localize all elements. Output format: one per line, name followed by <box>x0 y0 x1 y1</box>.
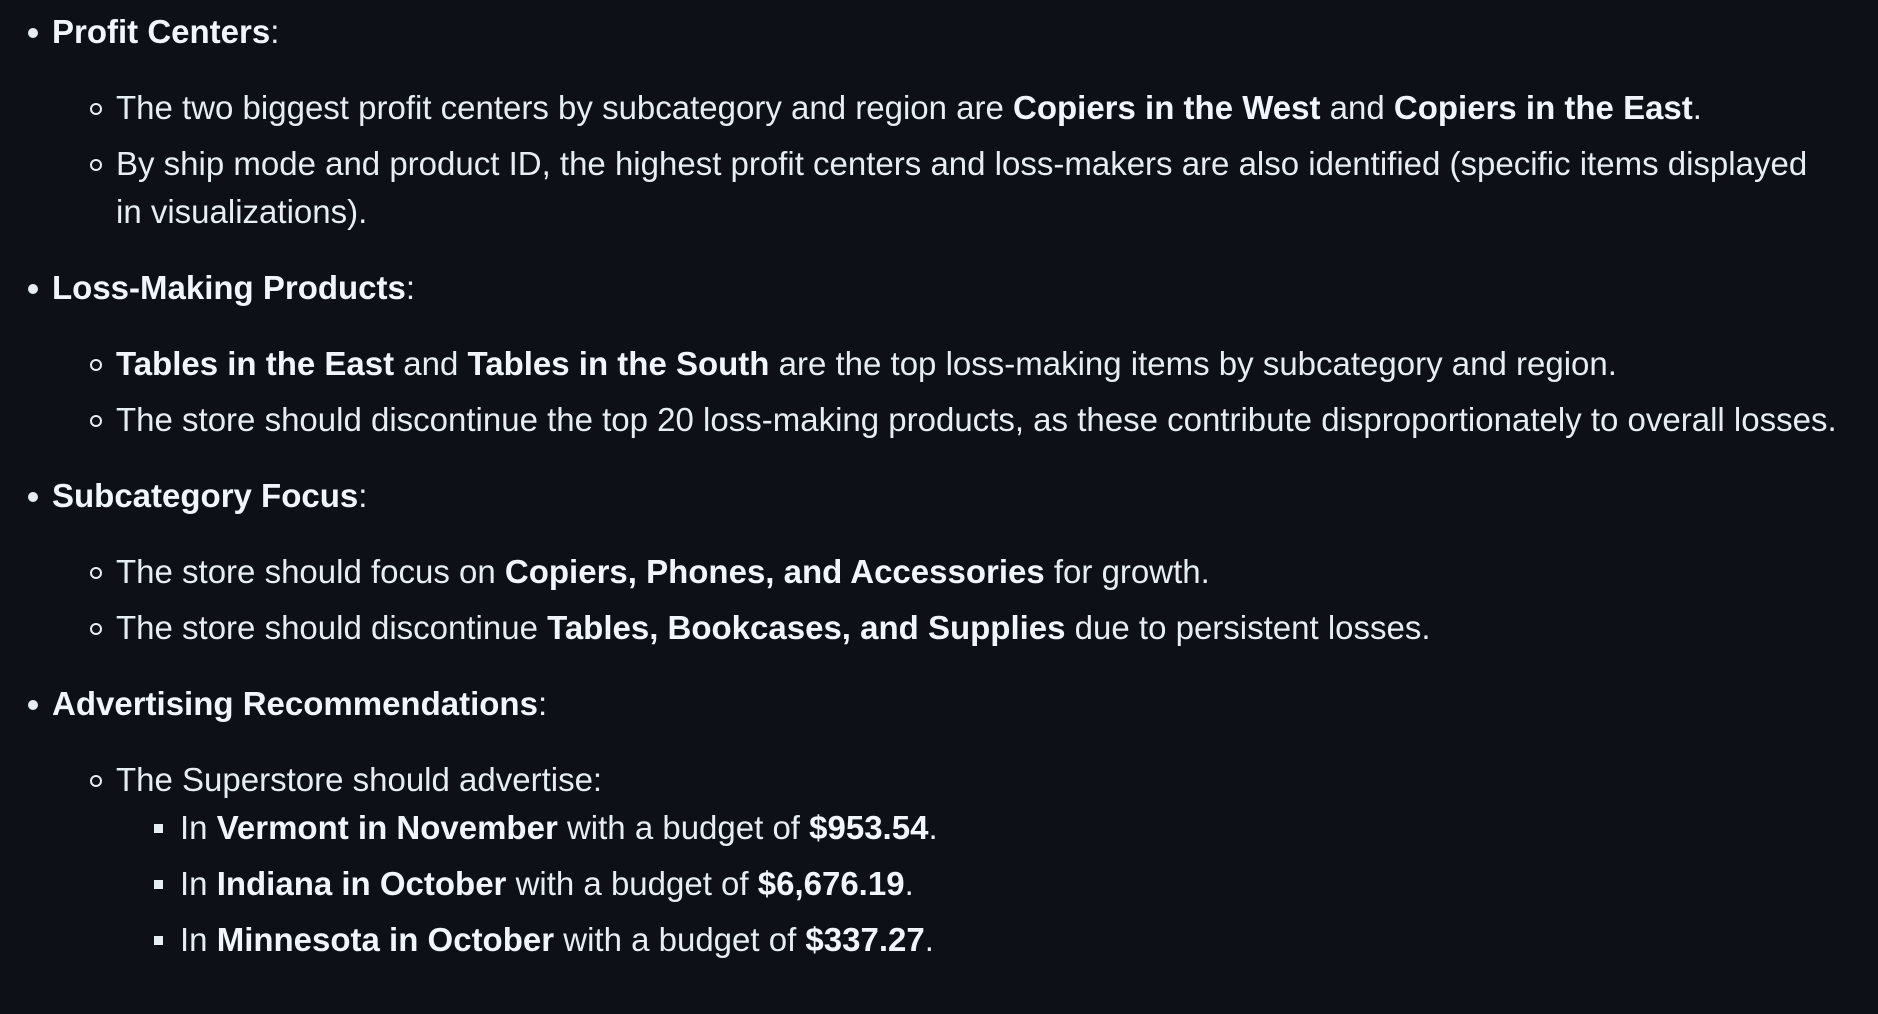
section-heading-text: Loss-Making Products <box>52 269 406 306</box>
sub-list: The Superstore should advertise: In Verm… <box>52 756 1878 964</box>
item-text: with a budget of <box>554 921 806 958</box>
section-heading: Subcategory Focus: <box>52 472 1878 520</box>
list-item: The store should discontinue Tables, Boo… <box>90 604 1878 652</box>
item-text: with a budget of <box>557 809 810 846</box>
budget-amount: $6,676.19 <box>757 865 905 902</box>
item-bold-text: Minnesota in October <box>216 921 555 958</box>
item-text: The store should discontinue <box>116 609 548 646</box>
item-text: In <box>180 809 217 846</box>
item-text: . <box>1692 89 1702 126</box>
item-bold-text: Tables in the South <box>467 345 770 382</box>
item-text: The store should focus on <box>116 553 505 590</box>
item-text: The Superstore should advertise: <box>116 761 603 798</box>
heading-colon: : <box>358 477 368 514</box>
item-bold-text: Copiers, Phones, and Accessories <box>504 553 1045 590</box>
item-text: By ship mode and product ID, the highest… <box>116 145 1808 230</box>
budget-amount: $337.27 <box>805 921 925 958</box>
section-heading: Loss-Making Products: <box>52 264 1878 312</box>
list-item: The store should focus on Copiers, Phone… <box>90 548 1878 596</box>
item-bold-text: Tables, Bookcases, and Supplies <box>547 609 1066 646</box>
item-text: for growth. <box>1044 553 1210 590</box>
nested-list-item: In Vermont in November with a budget of … <box>154 804 1838 852</box>
section-subcategory-focus: Subcategory Focus: The store should focu… <box>28 472 1878 652</box>
nested-list-item: In Indiana in October with a budget of $… <box>154 860 1838 908</box>
item-text: due to persistent losses. <box>1065 609 1431 646</box>
item-text: In <box>180 865 217 902</box>
section-heading-text: Advertising Recommendations <box>52 685 538 722</box>
item-bold-text: Copiers in the West <box>1013 89 1321 126</box>
item-text: . <box>928 809 938 846</box>
section-list: Profit Centers: The two biggest profit c… <box>0 8 1878 964</box>
sub-list: Tables in the East and Tables in the Sou… <box>52 340 1878 444</box>
list-item: The store should discontinue the top 20 … <box>90 396 1878 444</box>
nested-list: In Vermont in November with a budget of … <box>116 804 1838 964</box>
item-text: The store should discontinue the top 20 … <box>116 401 1837 438</box>
item-text: . <box>904 865 914 902</box>
section-advertising-recommendations: Advertising Recommendations: The Superst… <box>28 680 1878 964</box>
item-bold-text: Vermont in November <box>216 809 558 846</box>
heading-colon: : <box>270 13 280 50</box>
sub-list: The two biggest profit centers by subcat… <box>52 84 1878 236</box>
budget-amount: $953.54 <box>809 809 929 846</box>
item-text: . <box>924 921 934 958</box>
section-heading: Advertising Recommendations: <box>52 680 1878 728</box>
item-text: are the top loss-making items by subcate… <box>769 345 1617 382</box>
item-bold-text: Copiers in the East <box>1393 89 1693 126</box>
item-bold-text: Tables in the East <box>116 345 395 382</box>
item-text: In <box>180 921 217 958</box>
item-bold-text: Indiana in October <box>216 865 507 902</box>
nested-list-item: In Minnesota in October with a budget of… <box>154 916 1838 964</box>
heading-colon: : <box>537 685 548 722</box>
item-text: and <box>394 345 468 382</box>
section-heading-text: Profit Centers <box>52 13 271 50</box>
item-text: The two biggest profit centers by subcat… <box>116 89 1014 126</box>
document-body: Profit Centers: The two biggest profit c… <box>0 8 1878 992</box>
heading-colon: : <box>405 269 416 306</box>
section-heading-text: Subcategory Focus <box>52 477 359 514</box>
item-text: with a budget of <box>506 865 758 902</box>
section-heading: Profit Centers: <box>52 8 1878 56</box>
section-loss-making-products: Loss-Making Products: Tables in the East… <box>28 264 1878 444</box>
sub-list: The store should focus on Copiers, Phone… <box>52 548 1878 652</box>
list-item: By ship mode and product ID, the highest… <box>90 140 1878 236</box>
list-item: The two biggest profit centers by subcat… <box>90 84 1878 132</box>
section-profit-centers: Profit Centers: The two biggest profit c… <box>28 8 1878 236</box>
list-item: The Superstore should advertise: In Verm… <box>90 756 1878 964</box>
item-text: and <box>1320 89 1394 126</box>
list-item: Tables in the East and Tables in the Sou… <box>90 340 1878 388</box>
